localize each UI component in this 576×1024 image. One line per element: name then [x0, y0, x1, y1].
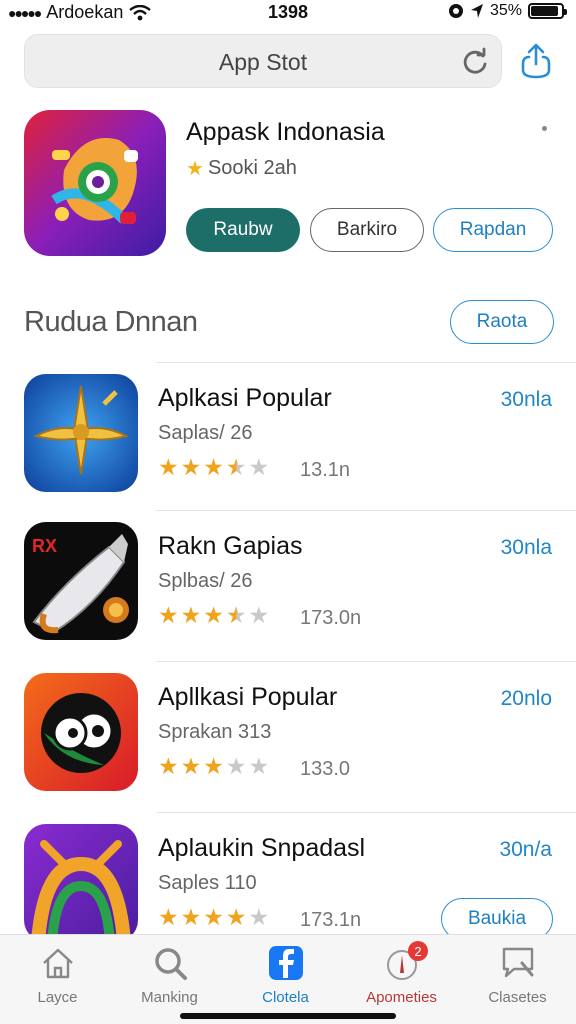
battery-fill: [531, 6, 558, 16]
app-icon-rocket[interactable]: RX: [24, 522, 138, 640]
app-size: 30n/a: [499, 838, 552, 861]
tab-notifications[interactable]: 2 Apometies: [344, 935, 459, 1015]
status-right: 35%: [448, 2, 567, 20]
battery-icon: [528, 3, 567, 19]
star-filled-icon: ★: [203, 602, 224, 628]
svg-text:RX: RX: [32, 536, 57, 556]
star-filled-icon: ★: [180, 602, 202, 628]
star-filled-icon: ★: [203, 753, 224, 779]
star-filled-icon: ★: [180, 454, 202, 480]
featured-app-title: Appask Indonasia: [186, 118, 385, 146]
app-subtitle: Saples 110: [158, 872, 257, 894]
section-action-button[interactable]: Raota: [450, 300, 554, 344]
star-empty-icon: ★: [225, 753, 247, 779]
tab-label: Clasetes: [488, 989, 547, 1006]
star-filled-icon: ★: [158, 904, 179, 930]
review-count: 173.1n: [300, 909, 362, 931]
search-bar[interactable]: App Stot: [24, 34, 502, 88]
star-filled-icon: ★: [180, 904, 202, 930]
star-filled-icon: ★: [225, 602, 247, 628]
star-filled-icon: ★: [203, 904, 224, 930]
divider: [156, 362, 576, 363]
list-item[interactable]: Apllkasi Popular Sprakan 313 ★ ★ ★ ★ ★ 133.0…: [0, 661, 576, 811]
review-count: 173.0n: [300, 607, 362, 629]
app-name: Aplkasi Popular: [158, 384, 332, 412]
list-item[interactable]: Aplkasi Popular Saplas/ 26 ★ ★ ★ ★ ★ 13.1n 3…: [0, 362, 576, 512]
tab-label: Clotela: [262, 989, 309, 1006]
star-filled-icon: ★: [203, 454, 224, 480]
rating-stars: ★ ★ ★ ★ ★: [158, 906, 269, 929]
app-name: Apllkasi Popular: [158, 683, 338, 711]
secondary-action-button[interactable]: Barkiro: [310, 208, 424, 252]
rating-stars: ★ ★ ★ ★ ★: [158, 604, 269, 627]
notification-badge: 2: [408, 941, 428, 961]
app-size: 30nla: [500, 536, 552, 559]
review-count: 13.1n: [300, 459, 351, 481]
app-icon-arches[interactable]: [24, 824, 138, 942]
indicator-dot: [542, 126, 547, 131]
section-title: Rudua Dnnan: [24, 306, 198, 338]
star-empty-icon: ★: [248, 602, 270, 628]
app-icon-compass[interactable]: [24, 374, 138, 492]
tab-label: Layce: [37, 989, 78, 1006]
tab-chat[interactable]: Clasetes: [460, 935, 575, 1015]
review-count: 133.0: [300, 758, 351, 780]
featured-app-icon[interactable]: [24, 110, 166, 256]
star-filled-icon: ★: [225, 904, 247, 930]
tab-label: Manking: [141, 989, 198, 1006]
battery-percent: 35%: [489, 2, 522, 19]
chat-search-icon: [502, 947, 534, 978]
home-indicator: [180, 1013, 396, 1019]
reload-icon[interactable]: [461, 47, 489, 75]
facebook-icon: [269, 946, 303, 980]
star-filled-icon: ★: [225, 454, 247, 480]
tertiary-action-button[interactable]: Rapdan: [433, 208, 553, 252]
app-icon-eyes[interactable]: [24, 673, 138, 791]
star-empty-icon: ★: [248, 753, 270, 779]
tab-bar: Layce Manking Clotela 2 Apometies Claset…: [0, 934, 576, 1024]
list-item[interactable]: RX Rakn Gapias Splbas/ 26 ★ ★ ★ ★ ★ 173.0n 3…: [0, 510, 576, 660]
divider: [156, 812, 576, 813]
star-filled-icon: ★: [180, 753, 202, 779]
star-filled-icon: ★: [158, 454, 179, 480]
star-filled-icon: ★: [158, 753, 179, 779]
share-icon[interactable]: [518, 42, 554, 80]
star-icon: ★: [186, 158, 204, 180]
location-icon: [470, 4, 483, 18]
star-empty-icon: ★: [248, 454, 270, 480]
app-subtitle: Sprakan 313: [158, 721, 272, 743]
home-icon: [43, 948, 73, 979]
alarm-icon: [448, 4, 463, 18]
star-empty-icon: ★: [248, 904, 270, 930]
tab-home[interactable]: Layce: [0, 935, 115, 1015]
app-size: 30nla: [500, 388, 552, 411]
status-bar: ●●●●● Ardoekan 1398 35%: [0, 0, 576, 26]
app-name: Aplaukin Snpadasl: [158, 834, 366, 862]
search-title: App Stot: [218, 49, 308, 75]
app-subtitle: Saplas/ 26: [158, 422, 253, 444]
tab-search[interactable]: Manking: [112, 935, 227, 1015]
rating-stars: ★ ★ ★ ★ ★: [158, 755, 269, 778]
featured-rating: ★ Sooki 2ah: [186, 156, 297, 181]
rating-stars: ★ ★ ★ ★ ★: [158, 456, 269, 479]
search-icon: [155, 948, 187, 980]
featured-rating-text: Sooki 2ah: [207, 157, 297, 179]
divider: [156, 510, 576, 511]
divider: [156, 661, 576, 662]
star-filled-icon: ★: [158, 602, 179, 628]
primary-action-button[interactable]: Raubw: [186, 208, 300, 252]
app-name: Rakn Gapias: [158, 532, 303, 560]
tab-social[interactable]: Clotela: [228, 935, 343, 1015]
app-subtitle: Splbas/ 26: [158, 570, 253, 592]
tab-label: Apometies: [366, 989, 437, 1006]
app-size: 20nlo: [500, 687, 552, 710]
